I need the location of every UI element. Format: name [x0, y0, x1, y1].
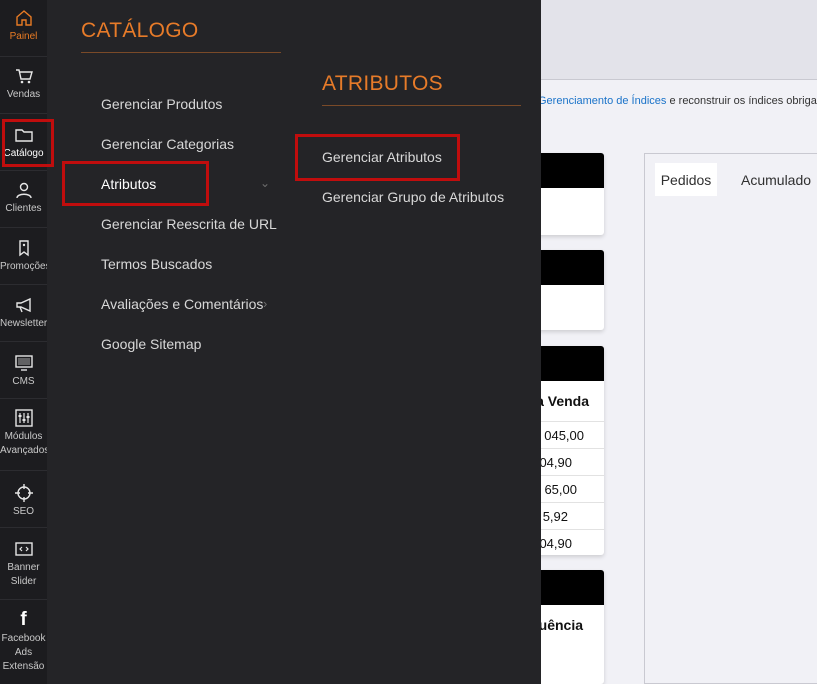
admin-sidebar: Painel Vendas Catálogo Clientes Promoçõe…: [0, 0, 51, 684]
code-box-icon: [14, 542, 33, 556]
monitor-icon: [14, 355, 33, 371]
sidebar-item-label: Newsletter: [0, 318, 48, 329]
tag-icon: [18, 240, 29, 257]
sidebar-item-label: Vendas: [6, 89, 41, 100]
sidebar-item-label: SEO: [12, 506, 35, 517]
sidebar-item-seo[interactable]: SEO: [0, 471, 47, 528]
menu-item-reescrita-url[interactable]: Gerenciar Reescrita de URL: [101, 216, 277, 232]
sidebar-item-cms[interactable]: CMS: [0, 342, 47, 399]
sliders-icon: [14, 409, 33, 427]
sidebar-item-label: Banner Slider: [7, 562, 40, 587]
chevron-right-icon: ›: [263, 296, 268, 311]
cart-icon: [15, 69, 33, 84]
catalog-menu-divider: [81, 52, 281, 53]
menu-item-termos-buscados[interactable]: Termos Buscados: [101, 256, 212, 272]
sidebar-item-promocoes[interactable]: Promoções: [0, 228, 51, 285]
highlight-atributos: [62, 161, 209, 206]
sidebar-item-painel[interactable]: Painel: [0, 0, 47, 57]
menu-item-google-sitemap[interactable]: Google Sitemap: [101, 336, 201, 352]
catalog-flyout-menu: CATÁLOGO Gerenciar Produtos Gerenciar Ca…: [47, 0, 299, 684]
sidebar-item-facebook-ads[interactable]: f Facebook Ads Extensão: [0, 600, 47, 684]
sidebar-item-label: Promoções: [0, 261, 51, 272]
tab-acumulado[interactable]: Acumulado: [741, 163, 811, 196]
index-notice-text: e reconstruir os índices obrigató: [666, 95, 817, 107]
sidebar-item-modulos-avancados[interactable]: Módulos Avançados: [0, 399, 50, 471]
chart-tabs-panel: Pedidos Acumulado: [644, 153, 817, 684]
sidebar-item-vendas[interactable]: Vendas: [0, 57, 47, 114]
index-management-link[interactable]: Gerenciamento de Índices: [538, 95, 666, 107]
menu-item-gerenciar-categorias[interactable]: Gerenciar Categorias: [101, 136, 234, 152]
highlight-catalogo: [2, 119, 54, 167]
tab-pedidos[interactable]: Pedidos: [655, 163, 717, 196]
sidebar-item-clientes[interactable]: Clientes: [0, 171, 47, 228]
attributes-menu-divider: [322, 105, 521, 106]
user-icon: [15, 182, 32, 199]
sidebar-item-banner-slider[interactable]: Banner Slider: [0, 528, 47, 600]
sidebar-item-newsletter[interactable]: Newsletter: [0, 285, 47, 342]
sidebar-item-label: Facebook Ads Extensão: [1, 633, 46, 672]
highlight-gerenciar-atributos: [295, 134, 460, 181]
sidebar-item-label: Clientes: [5, 203, 42, 214]
menu-item-gerenciar-grupo-atributos[interactable]: Gerenciar Grupo de Atributos: [322, 189, 504, 205]
home-icon: [15, 10, 32, 26]
sidebar-item-label: CMS: [12, 376, 35, 387]
sidebar-item-label: Módulos Avançados: [0, 431, 50, 456]
index-notice: Gerenciamento de Índices e reconstruir o…: [538, 95, 817, 107]
chevron-down-icon: ⌄: [260, 176, 271, 190]
attributes-flyout-menu: ATRIBUTOS Gerenciar Atributos Gerenciar …: [299, 0, 541, 684]
sidebar-item-label: Painel: [9, 31, 38, 42]
menu-item-avaliacoes[interactable]: Avaliações e Comentários: [101, 296, 263, 312]
crosshair-icon: [14, 484, 33, 502]
page-header-bar: [541, 0, 817, 80]
catalog-menu-title: CATÁLOGO: [81, 19, 199, 42]
attributes-menu-title: ATRIBUTOS: [322, 72, 443, 95]
facebook-icon: f: [20, 609, 27, 630]
megaphone-icon: [15, 297, 31, 313]
menu-item-gerenciar-produtos[interactable]: Gerenciar Produtos: [101, 96, 222, 112]
